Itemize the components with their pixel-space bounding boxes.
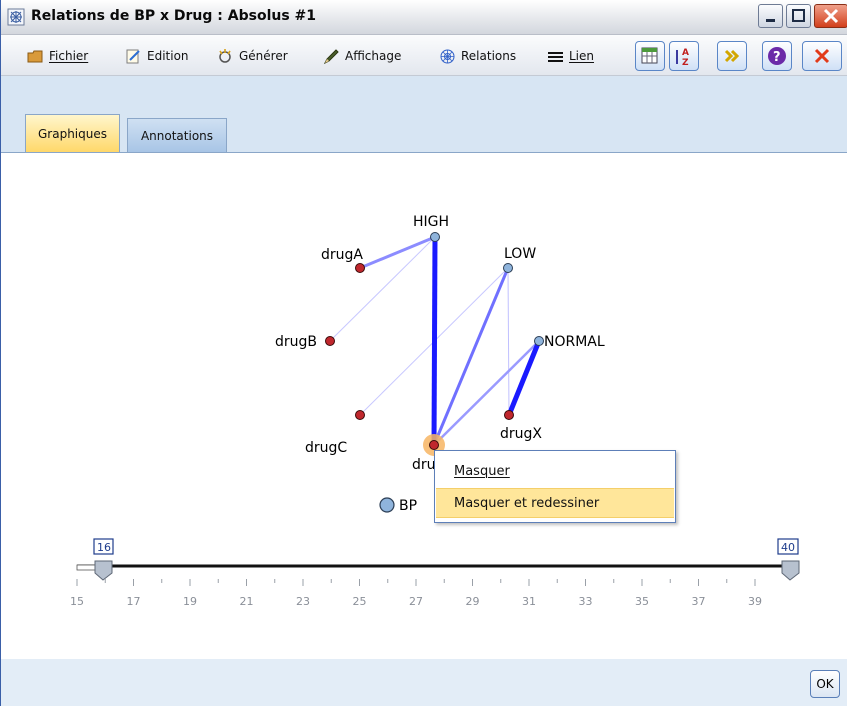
menu-edition-label: Edition (147, 49, 189, 63)
node-low[interactable] (503, 263, 513, 273)
menu-fichier[interactable]: Fichier (27, 47, 88, 65)
close-button[interactable] (802, 41, 842, 71)
menu-lien-label: Lien (569, 49, 595, 63)
slider-ticks: 15 17 19 21 23 25 27 29 31 33 35 37 39 (70, 579, 762, 608)
slider-min-value: 16 (97, 541, 111, 554)
slider-tick-label: 23 (296, 595, 310, 608)
menu-relations[interactable]: Relations (439, 47, 516, 65)
node-drugY[interactable] (429, 440, 439, 450)
slider-tick-label: 31 (522, 595, 536, 608)
ok-button-label: OK (816, 677, 834, 691)
menu-fichier-label: Fichier (49, 49, 89, 63)
export-button[interactable] (635, 41, 665, 71)
expand-toolbar-button[interactable] (717, 41, 747, 71)
label-drugY: dru (412, 457, 436, 473)
maximize-button[interactable] (786, 4, 811, 28)
label-drugB: drugB (275, 334, 317, 350)
pencil-icon (323, 48, 339, 64)
close-icon (823, 8, 839, 24)
close-icon (814, 48, 830, 64)
sort-button[interactable]: AZ (669, 41, 699, 71)
label-normal: NORMAL (544, 334, 605, 350)
tab-graphiques[interactable]: Graphiques (25, 114, 120, 152)
slider-tick-label: 39 (748, 595, 762, 608)
menu-item-masquer-redessiner[interactable]: Masquer et redessiner (436, 488, 674, 518)
title-bar[interactable]: Relations de BP x Drug : Absolus #1 (1, 0, 847, 35)
tab-graphiques-label: Graphiques (38, 126, 107, 141)
slider-tick-label: 37 (692, 595, 706, 608)
table-export-icon (641, 47, 658, 64)
menu-relations-label: Relations (461, 49, 517, 63)
slider-tick-label: 21 (240, 595, 254, 608)
slider-min-thumb[interactable] (94, 560, 113, 581)
web-graph[interactable]: HIGH LOW NORMAL drugA drugB drugC drugX … (1, 153, 847, 659)
ok-button[interactable]: OK (810, 670, 840, 698)
slider-left-stub (76, 564, 98, 571)
web-graph-icon (440, 49, 455, 63)
generate-icon (219, 48, 231, 63)
label-drugC: drugC (305, 440, 347, 456)
link-threshold-slider[interactable]: 16 40 15 17 19 21 23 25 27 29 31 33 35 37 39 (70, 538, 800, 608)
link-drugX-normal (506, 340, 542, 416)
svg-text:?: ? (773, 50, 781, 65)
close-window-button[interactable] (814, 4, 847, 28)
double-chevron-right-icon (724, 49, 740, 63)
bottom-bar (1, 659, 847, 706)
link-drugY-low (432, 267, 510, 446)
menu-lien[interactable]: Lien (547, 47, 594, 65)
menu-toolbar: Fichier Edition Générer Affichage Relati… (1, 35, 847, 76)
graph-canvas[interactable]: HIGH LOW NORMAL drugA drugB drugC drugX … (1, 153, 847, 659)
help-button[interactable]: ? (762, 41, 792, 71)
window-title: Relations de BP x Drug : Absolus #1 (31, 8, 317, 24)
slider-max-thumb[interactable] (781, 560, 800, 581)
menu-generer[interactable]: Générer (217, 47, 288, 65)
edit-document-icon (126, 49, 140, 63)
sort-az-icon: AZ (676, 48, 689, 68)
slider-tick-label: 35 (635, 595, 649, 608)
svg-text:Z: Z (682, 58, 689, 68)
slider-tick-label: 17 (127, 595, 141, 608)
legend-bp-marker (379, 497, 395, 513)
node-high[interactable] (430, 232, 440, 242)
maximize-icon (792, 9, 805, 22)
node-drugC[interactable] (355, 410, 365, 420)
node-normal[interactable] (534, 336, 544, 346)
link-drugY-high (431, 236, 438, 446)
folder-icon (27, 50, 43, 62)
slider-tick-label: 27 (409, 595, 423, 608)
svg-text:A: A (682, 48, 689, 58)
menu-item-masquer-redessiner-label: Masquer et redessiner (454, 495, 600, 511)
link-low-drugX (507, 267, 510, 416)
minimize-button[interactable] (758, 4, 783, 28)
menu-generer-label: Générer (239, 49, 288, 63)
slider-tick-label: 19 (183, 595, 197, 608)
context-menu: Masquer Masquer et redessiner (434, 450, 676, 523)
menu-affichage[interactable]: Affichage (323, 47, 401, 65)
slider-tick-label: 33 (579, 595, 593, 608)
relations-window: Relations de BP x Drug : Absolus #1 Fich… (0, 0, 847, 706)
node-drugX[interactable] (504, 410, 514, 420)
slider-tick-label: 15 (70, 595, 84, 608)
slider-tick-label: 25 (353, 595, 367, 608)
label-drugX: drugX (500, 426, 542, 442)
minimize-icon (766, 19, 775, 22)
menu-item-masquer-label: Masquer (454, 463, 510, 479)
menu-edition[interactable]: Edition (125, 47, 189, 65)
slider-max-value: 40 (781, 541, 795, 554)
legend-bp-label: BP (399, 498, 417, 514)
node-drugA[interactable] (355, 263, 365, 273)
tab-annotations-label: Annotations (140, 128, 214, 143)
label-drugA: drugA (321, 247, 363, 263)
menu-affichage-label: Affichage (345, 49, 402, 63)
node-drugB[interactable] (325, 336, 335, 346)
menu-item-masquer[interactable]: Masquer (436, 456, 674, 486)
tab-annotations[interactable]: Annotations (127, 118, 227, 152)
help-icon: ? (768, 47, 786, 65)
lines-icon (548, 51, 563, 62)
label-low: LOW (504, 246, 536, 262)
label-high: HIGH (413, 214, 449, 230)
link-drugA-high (359, 235, 436, 270)
slider-tick-label: 29 (466, 595, 480, 608)
web-graph-icon (7, 8, 25, 26)
